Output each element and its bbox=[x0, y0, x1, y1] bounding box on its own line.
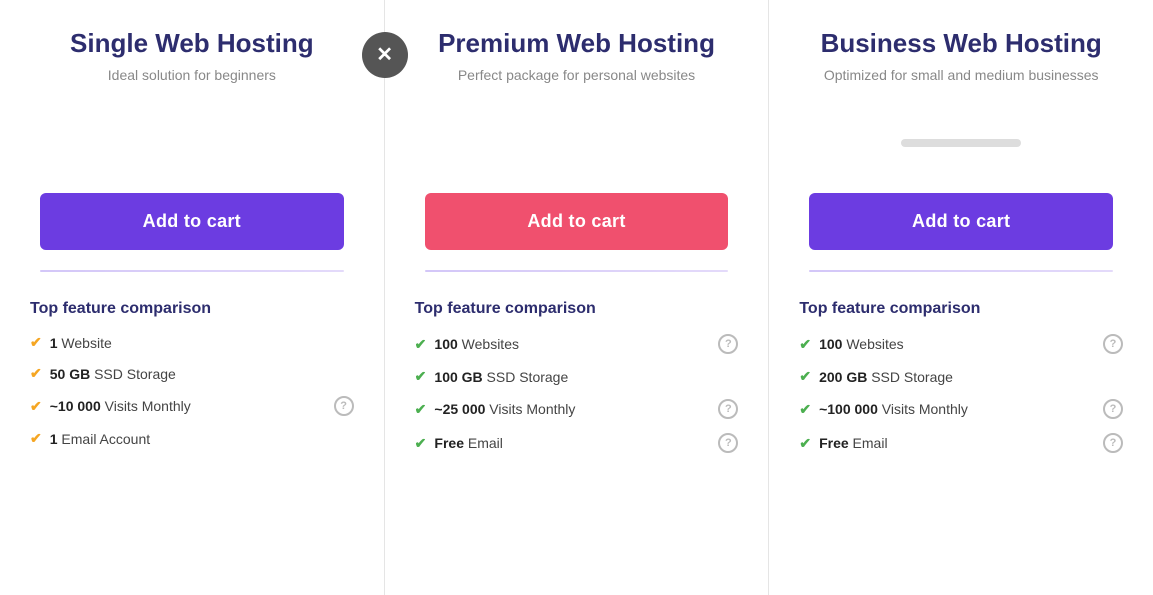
feature-num-business-1: 100 bbox=[819, 336, 842, 352]
feature-premium-email: ✔ Free Email ? bbox=[415, 433, 739, 453]
plan-business-header: Business Web Hosting Optimized for small… bbox=[769, 0, 1153, 103]
close-icon: ✕ bbox=[376, 45, 393, 65]
plan-business-divider bbox=[769, 270, 1153, 272]
info-icon-business-3[interactable]: ? bbox=[1103, 399, 1123, 419]
feature-premium-visits: ✔ ~25 000 Visits Monthly ? bbox=[415, 399, 739, 419]
feature-single-email: ✔ 1 Email Account bbox=[30, 430, 354, 447]
info-icon-business-1[interactable]: ? bbox=[1103, 334, 1123, 354]
plan-business-features-title: Top feature comparison bbox=[799, 300, 1123, 318]
plan-premium-features: Top feature comparison ✔ 100 Websites ? … bbox=[385, 290, 769, 595]
feature-premium-websites: ✔ 100 Websites ? bbox=[415, 334, 739, 354]
feature-premium-storage: ✔ 100 GB SSD Storage bbox=[415, 368, 739, 385]
feature-num-single-1: 1 bbox=[50, 335, 58, 351]
info-icon-premium-4[interactable]: ? bbox=[718, 433, 738, 453]
info-icon-premium-3[interactable]: ? bbox=[718, 399, 738, 419]
close-overlay-button[interactable]: ✕ bbox=[362, 32, 408, 78]
feature-business-visits: ✔ ~100 000 Visits Monthly ? bbox=[799, 399, 1123, 419]
check-icon-single-2: ✔ bbox=[30, 365, 42, 382]
plan-single-header: Single Web Hosting Ideal solution for be… bbox=[0, 0, 384, 103]
plan-single: Single Web Hosting Ideal solution for be… bbox=[0, 0, 385, 595]
plan-single-features: Top feature comparison ✔ 1 Website ✔ 50 … bbox=[0, 290, 384, 595]
add-to-cart-single-button[interactable]: Add to cart bbox=[40, 193, 344, 250]
plan-single-title: Single Web Hosting bbox=[40, 28, 344, 59]
feature-num-single-4: 1 bbox=[50, 431, 58, 447]
info-icon-business-4[interactable]: ? bbox=[1103, 433, 1123, 453]
feature-single-websites: ✔ 1 Website bbox=[30, 334, 354, 351]
add-to-cart-premium-button[interactable]: Add to cart bbox=[425, 193, 729, 250]
feature-single-visits: ✔ ~10 000 Visits Monthly ? bbox=[30, 396, 354, 416]
plan-premium-subtitle: Perfect package for personal websites bbox=[425, 67, 729, 83]
plan-premium-features-title: Top feature comparison bbox=[415, 300, 739, 318]
check-icon-business-2: ✔ bbox=[799, 368, 811, 385]
feature-business-email: ✔ Free Email ? bbox=[799, 433, 1123, 453]
feature-num-business-2: 200 GB bbox=[819, 369, 867, 385]
info-icon-premium-1[interactable]: ? bbox=[718, 334, 738, 354]
feature-business-storage: ✔ 200 GB SSD Storage bbox=[799, 368, 1123, 385]
feature-business-websites: ✔ 100 Websites ? bbox=[799, 334, 1123, 354]
feature-single-storage: ✔ 50 GB SSD Storage bbox=[30, 365, 354, 382]
feature-num-single-2: 50 GB bbox=[50, 366, 90, 382]
plan-single-subtitle: Ideal solution for beginners bbox=[40, 67, 344, 83]
check-icon-business-3: ✔ bbox=[799, 401, 811, 418]
feature-num-business-4: Free bbox=[819, 435, 849, 451]
plan-premium-cta: Add to cart bbox=[385, 183, 769, 270]
feature-num-premium-4: Free bbox=[434, 435, 464, 451]
add-to-cart-business-button[interactable]: Add to cart bbox=[809, 193, 1113, 250]
check-icon-premium-1: ✔ bbox=[415, 336, 427, 353]
check-icon-business-4: ✔ bbox=[799, 435, 811, 452]
check-icon-single-3: ✔ bbox=[30, 398, 42, 415]
check-icon-premium-2: ✔ bbox=[415, 368, 427, 385]
feature-num-business-3: ~100 000 bbox=[819, 401, 878, 417]
plan-business-features: Top feature comparison ✔ 100 Websites ? … bbox=[769, 290, 1153, 595]
plan-single-divider bbox=[0, 270, 384, 272]
check-icon-premium-4: ✔ bbox=[415, 435, 427, 452]
plan-business-cta: Add to cart bbox=[769, 183, 1153, 270]
feature-num-premium-1: 100 bbox=[434, 336, 457, 352]
feature-num-premium-2: 100 GB bbox=[434, 369, 482, 385]
plan-premium-title: Premium Web Hosting bbox=[425, 28, 729, 59]
plan-premium-header: Premium Web Hosting Perfect package for … bbox=[385, 0, 769, 103]
plan-single-price-area bbox=[0, 103, 384, 183]
check-icon-single-1: ✔ bbox=[30, 334, 42, 351]
check-icon-single-4: ✔ bbox=[30, 430, 42, 447]
check-icon-premium-3: ✔ bbox=[415, 401, 427, 418]
plan-single-cta: Add to cart bbox=[0, 183, 384, 270]
plan-single-features-title: Top feature comparison bbox=[30, 300, 354, 318]
plan-business: Business Web Hosting Optimized for small… bbox=[769, 0, 1153, 595]
plan-premium: ✕ Premium Web Hosting Perfect package fo… bbox=[385, 0, 770, 595]
plans-container: Single Web Hosting Ideal solution for be… bbox=[0, 0, 1153, 595]
info-icon-single-3[interactable]: ? bbox=[334, 396, 354, 416]
feature-num-premium-3: ~25 000 bbox=[434, 401, 485, 417]
plan-business-price-area bbox=[769, 103, 1153, 183]
check-icon-business-1: ✔ bbox=[799, 336, 811, 353]
plan-business-title: Business Web Hosting bbox=[809, 28, 1113, 59]
price-placeholder-business bbox=[901, 139, 1021, 147]
plan-business-subtitle: Optimized for small and medium businesse… bbox=[809, 67, 1113, 83]
plan-premium-price-area bbox=[385, 103, 769, 183]
feature-num-single-3: ~10 000 bbox=[50, 398, 101, 414]
plan-premium-divider bbox=[385, 270, 769, 272]
